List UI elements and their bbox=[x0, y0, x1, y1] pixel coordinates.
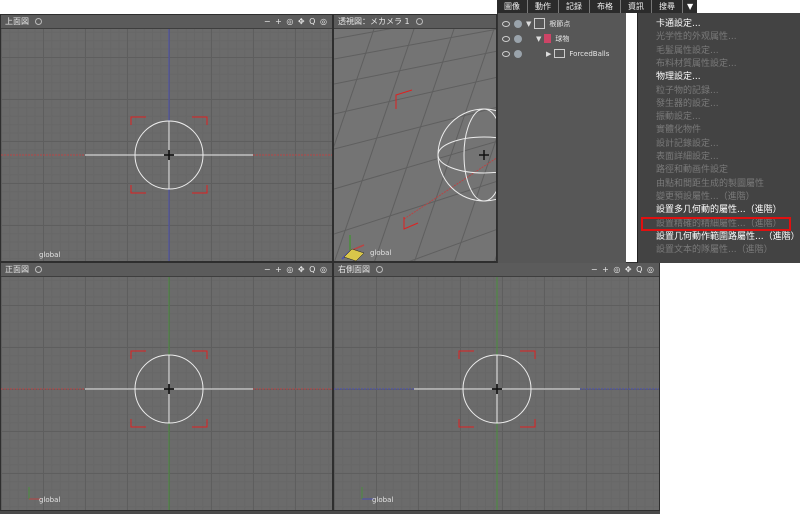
menu-item[interactable]: 卡通設定... bbox=[656, 16, 701, 29]
menu-highlight-box bbox=[641, 217, 791, 231]
options-icon[interactable] bbox=[35, 266, 42, 273]
menu-item[interactable]: 設計記錄設定... bbox=[656, 136, 719, 149]
right-view-scene bbox=[334, 277, 659, 510]
tab-0[interactable]: 圖像 bbox=[497, 0, 528, 13]
axis-gizmo bbox=[341, 235, 365, 261]
viewport-header: 右側面図 − + ◎ ✥ Q ◎ bbox=[334, 263, 659, 277]
menu-item[interactable]: 振動設定... bbox=[656, 109, 701, 122]
outliner-row-object[interactable]: ▼ 球物 bbox=[498, 32, 569, 45]
crosshair bbox=[479, 150, 489, 160]
outliner-row-root[interactable]: ▼ 根節点 bbox=[498, 17, 570, 30]
outliner-label: 根節点 bbox=[549, 19, 571, 28]
view-tools[interactable]: − + ◎ ✥ Q ◎ bbox=[264, 17, 328, 26]
x-axis-line bbox=[403, 157, 496, 220]
outliner-row-child[interactable]: ▶ ForcedBalls bbox=[498, 47, 609, 60]
render-dot-icon[interactable] bbox=[514, 49, 522, 58]
outliner-label: ForcedBalls bbox=[569, 49, 610, 58]
menu-item[interactable]: 設置文本的隊屬性...（進階） bbox=[656, 242, 773, 255]
render-dot-icon[interactable] bbox=[514, 19, 522, 28]
tab-3[interactable]: 布格 bbox=[590, 0, 621, 13]
visibility-eye-icon[interactable] bbox=[502, 20, 510, 27]
crosshair bbox=[164, 150, 174, 160]
outliner-label: 球物 bbox=[555, 34, 570, 43]
render-dot-icon[interactable] bbox=[514, 34, 522, 43]
menu-item[interactable]: 光学性的外观属性... bbox=[656, 29, 737, 42]
view-tools[interactable]: − + ◎ ✥ Q ◎ bbox=[591, 265, 655, 274]
axis-gizmo-label: global bbox=[39, 496, 61, 504]
menu-item[interactable]: 表面詳細設定... bbox=[656, 149, 719, 162]
outliner-panel: ▼ 根節点 ▼ 球物 ▶ ForcedBalls bbox=[497, 13, 626, 263]
panel-tabs: 圖像 動作 記録 布格 資訊 搜尋 ▼ bbox=[497, 0, 698, 13]
object-icon bbox=[544, 34, 552, 43]
tab-5[interactable]: 搜尋 bbox=[652, 0, 683, 13]
viewport-right[interactable]: 右側面図 − + ◎ ✥ Q ◎ global bbox=[333, 262, 660, 511]
viewport-top[interactable]: 上面図 − + ◎ ✥ Q ◎ global bbox=[0, 14, 333, 262]
tab-4[interactable]: 資訊 bbox=[621, 0, 652, 13]
axis-gizmo-label: global bbox=[370, 249, 392, 257]
viewport-header: 上面図 − + ◎ ✥ Q ◎ bbox=[1, 15, 332, 29]
crosshair bbox=[492, 384, 502, 394]
menu-item[interactable]: 變更預設屬性...（進階） bbox=[656, 189, 755, 202]
tab-2[interactable]: 記録 bbox=[559, 0, 590, 13]
tab-1[interactable]: 動作 bbox=[528, 0, 559, 13]
front-view-scene bbox=[1, 277, 332, 510]
view-tools[interactable]: − + ◎ ✥ Q ◎ bbox=[264, 265, 328, 274]
viewport-perspective[interactable]: 透視図：メカメラ 1 global bbox=[333, 14, 497, 262]
collapse-icon[interactable]: ▶ bbox=[546, 50, 551, 58]
menu-item[interactable]: 設置多几何動的屬性...（進階） bbox=[656, 202, 782, 215]
folder-icon bbox=[534, 18, 546, 29]
menu-item[interactable]: 由點和間距生成的製圖屬性 bbox=[656, 176, 764, 189]
menu-item[interactable]: 物理設定... bbox=[656, 69, 701, 82]
options-icon[interactable] bbox=[376, 266, 383, 273]
viewport-title: 正面図 bbox=[5, 265, 29, 274]
visibility-eye-icon[interactable] bbox=[502, 50, 510, 57]
viewport-title: 上面図 bbox=[5, 17, 29, 26]
menu-item[interactable]: 發生器的設定... bbox=[656, 96, 719, 109]
expand-icon[interactable]: ▼ bbox=[536, 35, 541, 43]
menu-item[interactable]: 布料材質属性設定... bbox=[656, 56, 737, 69]
menu-item[interactable]: 粒子物的記録... bbox=[656, 83, 719, 96]
viewport-front[interactable]: 正面図 − + ◎ ✥ Q ◎ global bbox=[0, 262, 333, 511]
options-icon[interactable] bbox=[415, 18, 423, 25]
viewport-title: 透視図：メカメラ 1 bbox=[338, 17, 410, 26]
tab-menu-arrow-icon[interactable]: ▼ bbox=[683, 0, 698, 13]
axis-gizmo-label: global bbox=[39, 251, 61, 259]
expand-icon[interactable]: ▼ bbox=[526, 20, 531, 28]
viewport-header: 透視図：メカメラ 1 bbox=[334, 15, 496, 29]
crosshair bbox=[164, 384, 174, 394]
visibility-eye-icon[interactable] bbox=[502, 35, 510, 42]
top-view-scene bbox=[1, 29, 332, 261]
axis-gizmo-label: global bbox=[372, 496, 394, 504]
menu-item[interactable]: 路徑和動画件設定 bbox=[656, 162, 728, 175]
viewport-title: 右側面図 bbox=[338, 265, 370, 274]
menu-item[interactable]: 實體化物件 bbox=[656, 122, 701, 135]
balls-icon bbox=[554, 49, 566, 58]
perspective-grid bbox=[334, 29, 496, 261]
menu-item[interactable]: 毛髪属性設定... bbox=[656, 43, 719, 56]
viewport-header: 正面図 − + ◎ ✥ Q ◎ bbox=[1, 263, 332, 277]
options-icon[interactable] bbox=[35, 18, 42, 25]
